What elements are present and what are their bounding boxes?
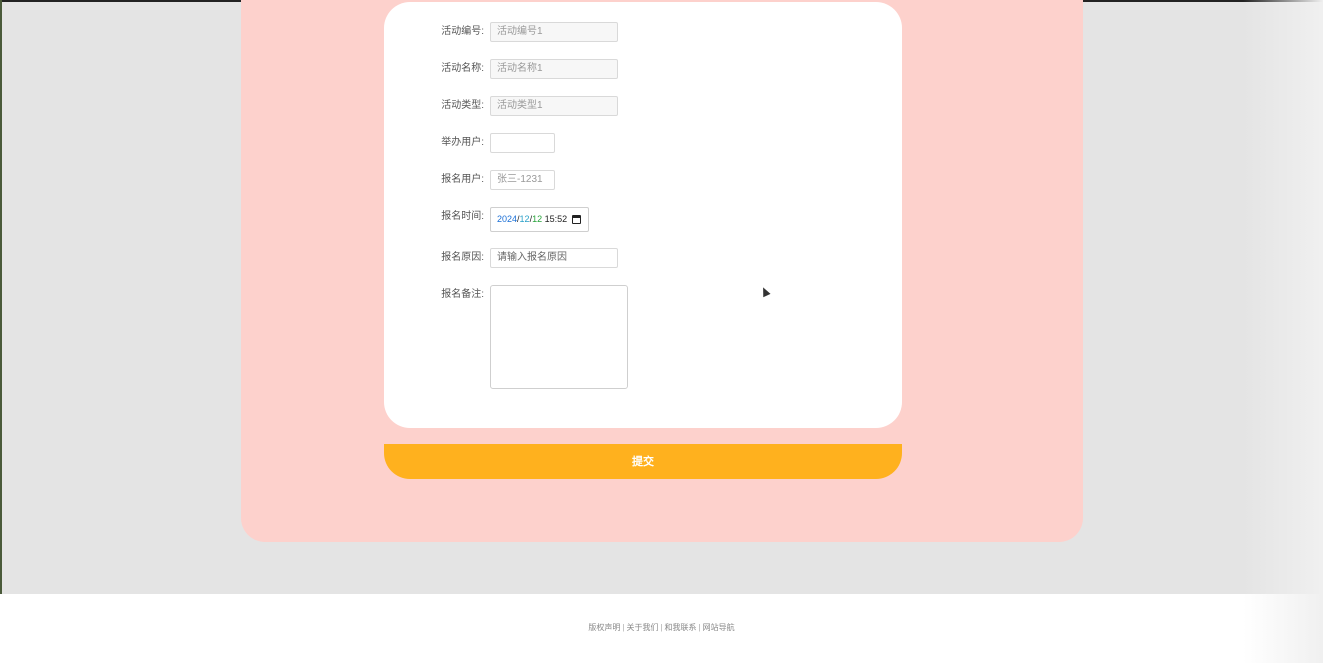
footer-links: 版权声明 | 关于我们 | 和我联系 | 网站导航 (0, 622, 1323, 633)
footer-link-about[interactable]: 关于我们 (626, 623, 658, 632)
calendar-icon[interactable] (572, 215, 581, 224)
submit-button[interactable]: 提交 (384, 444, 902, 479)
signup-reason-field[interactable]: 请输入报名原因 (490, 248, 618, 268)
date-month[interactable]: 12 (520, 214, 530, 224)
footer: 版权声明 | 关于我们 | 和我联系 | 网站导航 (0, 594, 1323, 663)
footer-link-sitemap[interactable]: 网站导航 (703, 623, 735, 632)
signup-remark-label: 报名备注: (441, 289, 484, 300)
footer-link-copyright[interactable]: 版权声明 (588, 623, 620, 632)
activity-name-field[interactable]: 活动名称1 (490, 59, 618, 79)
signup-time-label: 报名时间: (441, 211, 484, 222)
signup-remark-textarea[interactable] (490, 285, 628, 389)
footer-separator: | (698, 623, 701, 632)
host-user-field[interactable] (490, 133, 555, 153)
signup-user-field[interactable]: 张三-1231 (490, 170, 555, 190)
footer-separator: | (622, 623, 625, 632)
footer-link-contact[interactable]: 和我联系 (665, 623, 697, 632)
activity-type-label: 活动类型: (441, 100, 484, 111)
page-viewport: 活动编号: 活动编号1 活动名称: 活动名称1 活动类型: 活动类型1 举办用户… (0, 0, 1323, 663)
right-edge-fade (1243, 0, 1323, 663)
host-user-label: 举办用户: (441, 137, 484, 148)
form-card: 活动编号: 活动编号1 活动名称: 活动名称1 活动类型: 活动类型1 举办用户… (384, 2, 902, 428)
signup-reason-label: 报名原因: (441, 252, 484, 263)
date-year[interactable]: 2024 (497, 214, 517, 224)
window-left-edge (0, 0, 2, 594)
footer-separator: | (660, 623, 663, 632)
date-day[interactable]: 12 (532, 214, 542, 224)
activity-id-field[interactable]: 活动编号1 (490, 22, 618, 42)
activity-id-label: 活动编号: (441, 26, 484, 37)
signup-time-input[interactable]: 2024/12/12 15:52 (490, 207, 589, 232)
signup-user-label: 报名用户: (441, 174, 484, 185)
activity-name-label: 活动名称: (441, 63, 484, 74)
date-time[interactable]: 15:52 (545, 214, 568, 224)
activity-type-field[interactable]: 活动类型1 (490, 96, 618, 116)
